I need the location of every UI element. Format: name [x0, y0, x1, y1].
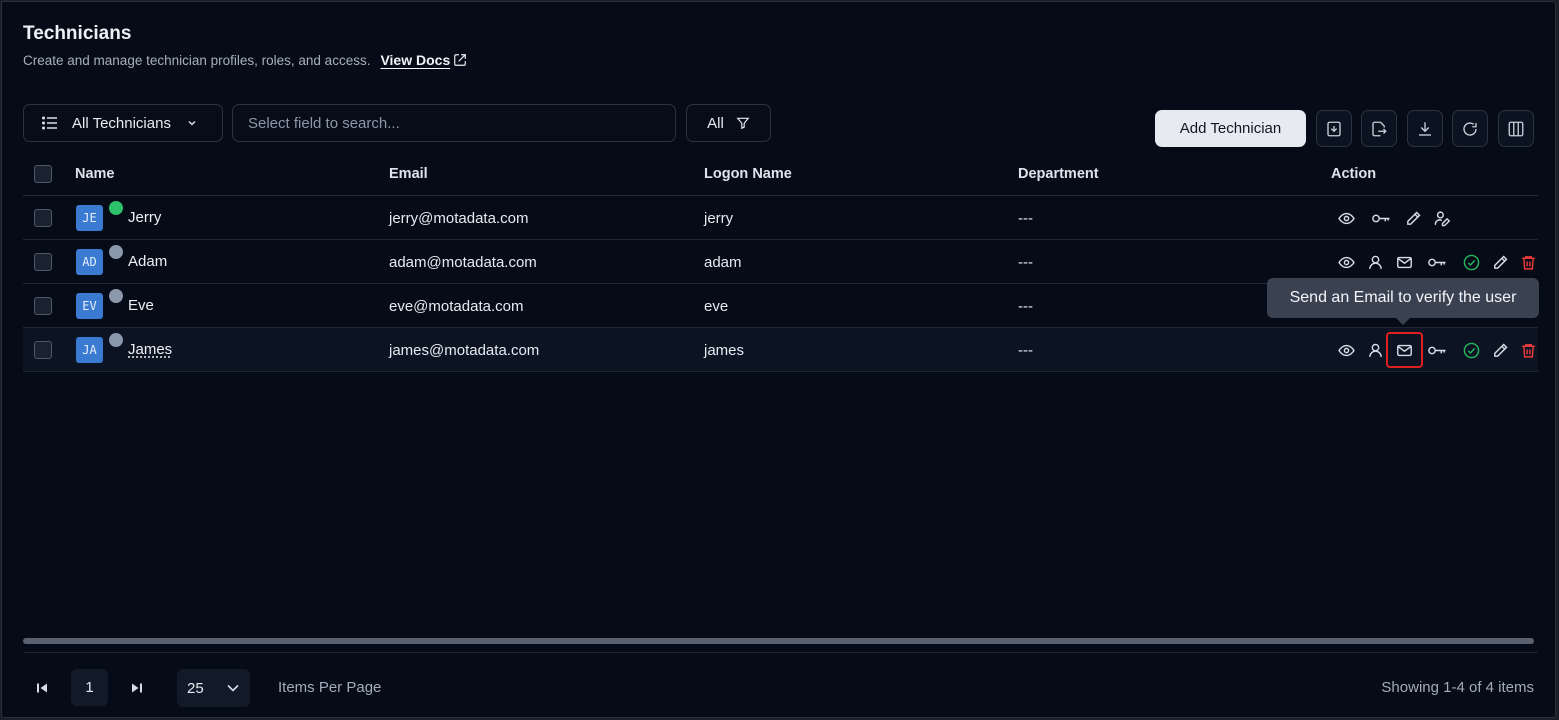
- key-icon[interactable]: [1424, 251, 1450, 273]
- online-status-dot: [109, 201, 123, 215]
- key-icon[interactable]: [1424, 339, 1450, 361]
- refresh-icon: [1463, 121, 1477, 136]
- technician-view-select[interactable]: All Technicians: [23, 104, 223, 142]
- last-page-icon[interactable]: [127, 678, 147, 698]
- column-header-logon[interactable]: Logon Name: [704, 166, 792, 182]
- edit-icon[interactable]: [1402, 207, 1424, 229]
- table-header: Name Email Logon Name Department Action: [23, 152, 1538, 196]
- technician-name[interactable]: Jerry: [128, 209, 161, 226]
- user-edit-icon[interactable]: [1431, 207, 1453, 229]
- technician-department: ---: [1018, 342, 1033, 359]
- filter-icon: [736, 117, 750, 130]
- subtitle-text: Create and manage technician profiles, r…: [23, 52, 371, 68]
- view-icon[interactable]: [1335, 251, 1357, 273]
- view-docs-label: View Docs: [380, 52, 451, 68]
- edit-icon[interactable]: [1489, 251, 1511, 273]
- user-icon[interactable]: [1364, 339, 1386, 361]
- technician-name[interactable]: Eve: [128, 297, 154, 314]
- technician-email: adam@motadata.com: [389, 254, 537, 271]
- avatar: EV: [76, 293, 103, 319]
- delete-icon[interactable]: [1517, 339, 1539, 361]
- technician-name[interactable]: James: [128, 341, 172, 358]
- tooltip: Send an Email to verify the user: [1267, 278, 1539, 325]
- column-header-email[interactable]: Email: [389, 166, 428, 182]
- columns-button[interactable]: [1498, 110, 1534, 147]
- page-subtitle: Create and manage technician profiles, r…: [23, 52, 467, 68]
- technicians-page: Technicians Create and manage technician…: [1, 1, 1556, 718]
- technician-email: james@motadata.com: [389, 342, 540, 359]
- technician-email: eve@motadata.com: [389, 298, 524, 315]
- key-icon[interactable]: [1368, 207, 1394, 229]
- view-icon[interactable]: [1335, 207, 1357, 229]
- technician-logon: jerry: [704, 210, 734, 227]
- verified-check-icon[interactable]: [1460, 339, 1482, 361]
- filter-label: All: [707, 114, 724, 132]
- delete-icon[interactable]: [1517, 251, 1539, 273]
- items-per-page-label: Items Per Page: [278, 679, 382, 696]
- columns-icon: [1508, 121, 1524, 136]
- user-icon[interactable]: [1364, 251, 1386, 273]
- technician-logon: eve: [704, 298, 729, 315]
- export-button[interactable]: [1361, 110, 1397, 147]
- technician-name[interactable]: Adam: [128, 253, 167, 270]
- chevron-down-icon: [188, 120, 196, 126]
- select-all-checkbox[interactable]: [34, 165, 52, 183]
- technician-department: ---: [1018, 210, 1033, 227]
- row-checkbox[interactable]: [34, 297, 52, 315]
- chevron-down-icon: [227, 684, 239, 692]
- offline-status-dot: [109, 245, 123, 259]
- search-input[interactable]: Select field to search...: [232, 104, 676, 142]
- first-page-icon[interactable]: [32, 678, 52, 698]
- row-checkbox[interactable]: [34, 253, 52, 271]
- technician-department: ---: [1018, 254, 1033, 271]
- technician-logon: adam: [704, 254, 742, 271]
- page-title: Technicians: [23, 23, 132, 44]
- add-technician-button[interactable]: Add Technician: [1155, 110, 1306, 147]
- view-icon[interactable]: [1335, 339, 1357, 361]
- offline-status-dot: [109, 289, 123, 303]
- search-placeholder: Select field to search...: [248, 114, 400, 132]
- mail-icon[interactable]: [1393, 251, 1415, 273]
- edit-icon[interactable]: [1489, 339, 1511, 361]
- mail-icon: [1397, 344, 1412, 356]
- avatar: JA: [76, 337, 103, 363]
- column-header-name[interactable]: Name: [75, 166, 115, 182]
- download-button[interactable]: [1407, 110, 1443, 147]
- table-row: JA James james@motadata.com james ---: [23, 328, 1538, 372]
- import-icon: [1327, 121, 1341, 136]
- technician-logon: james: [704, 342, 745, 359]
- avatar: AD: [76, 249, 103, 275]
- import-button[interactable]: [1316, 110, 1352, 147]
- refresh-button[interactable]: [1452, 110, 1488, 147]
- page-number-button[interactable]: 1: [71, 669, 108, 706]
- filter-button[interactable]: All: [686, 104, 771, 142]
- items-per-page-select[interactable]: 25: [177, 669, 250, 707]
- export-icon: [1372, 121, 1387, 136]
- column-header-department[interactable]: Department: [1018, 166, 1099, 182]
- column-header-action: Action: [1331, 166, 1377, 182]
- avatar: JE: [76, 205, 103, 231]
- download-icon: [1419, 121, 1431, 136]
- external-link-icon: [454, 54, 467, 66]
- row-checkbox[interactable]: [34, 209, 52, 227]
- list-icon: [42, 116, 57, 130]
- send-verification-email-button[interactable]: [1386, 332, 1423, 368]
- verified-check-icon[interactable]: [1460, 251, 1482, 273]
- horizontal-scrollbar[interactable]: [23, 638, 1534, 644]
- offline-status-dot: [109, 333, 123, 347]
- view-docs-link[interactable]: View Docs: [380, 52, 467, 68]
- technician-email: jerry@motadata.com: [389, 210, 529, 227]
- technician-department: ---: [1018, 298, 1033, 315]
- footer-divider: [23, 652, 1538, 653]
- view-select-label: All Technicians: [72, 114, 171, 132]
- per-page-value: 25: [187, 679, 204, 697]
- table-row: JE Jerry jerry@motadata.com jerry ---: [23, 196, 1538, 240]
- showing-count: Showing 1-4 of 4 items: [1381, 679, 1534, 696]
- row-checkbox[interactable]: [34, 341, 52, 359]
